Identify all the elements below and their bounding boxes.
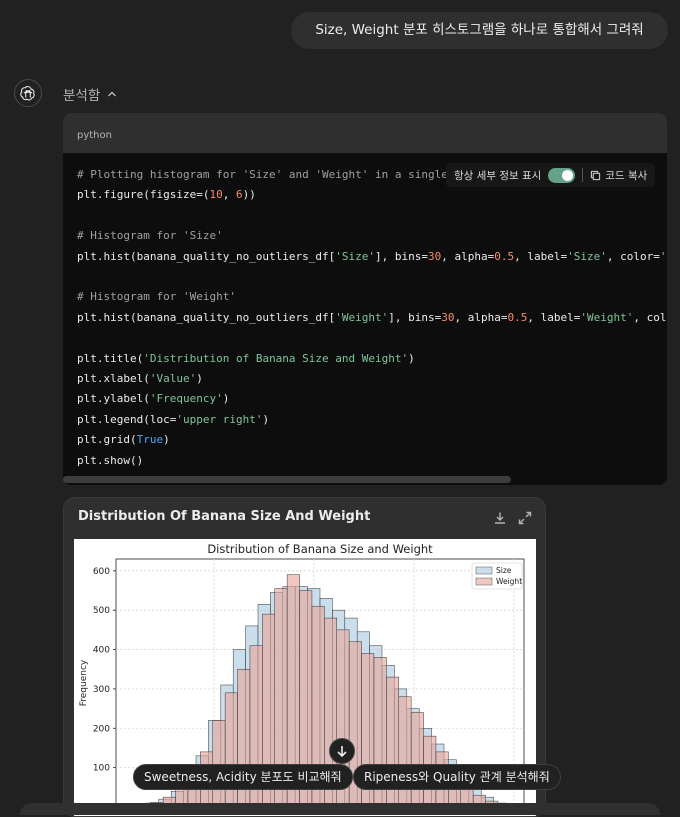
code-line: plt.grid(True) (77, 433, 170, 447)
analysis-label: 분석함 (63, 88, 101, 104)
code-line: # Histogram for 'Weight' (77, 290, 236, 304)
chevron-up-icon (108, 91, 117, 97)
analysis-toggle[interactable]: 분석함 (63, 84, 118, 104)
code-line: # Histogram for 'Size' (77, 229, 223, 243)
code-line: plt.xlabel('Value') (77, 372, 203, 386)
openai-logo-icon (20, 86, 35, 101)
y-tick-label: 200 (93, 724, 110, 734)
code-line: ​ (77, 267, 667, 287)
user-message: Size, Weight 분포 히스토그램을 하나로 통합해서 그려줘 (291, 12, 668, 49)
code-line: plt.hist(banana_quality_no_outliers_df['… (77, 249, 667, 263)
always-show-details-toggle[interactable] (548, 167, 576, 183)
code-line: plt.title('Distribution of Banana Size a… (77, 351, 415, 365)
code-line: ​ (77, 328, 667, 348)
scroll-down-button[interactable] (329, 738, 355, 764)
assistant-avatar (14, 79, 42, 107)
code-body: # Plotting histogram for 'Size' and 'Wei… (63, 153, 667, 471)
legend-label: Size (496, 566, 512, 575)
code-line: ​ (77, 206, 667, 226)
y-tick-label: 300 (93, 685, 110, 695)
chart-title: Distribution of Banana Size and Weight (207, 542, 433, 556)
copy-icon (591, 170, 601, 180)
y-tick-label: 400 (93, 646, 110, 656)
code-line: plt.ylabel('Frequency') (77, 392, 230, 406)
suggestion-chip[interactable]: Ripeness와 Quality 관계 분석해줘 (353, 764, 561, 790)
code-line: plt.show() (77, 453, 144, 467)
download-icon[interactable] (492, 510, 508, 526)
suggestion-chip[interactable]: Sweetness, Acidity 분포도 비교해줘 (133, 764, 353, 790)
histogram-bar-weight (410, 712, 424, 808)
legend-label: Weight (496, 577, 522, 586)
arrow-down-icon (337, 746, 347, 758)
chart-card-title: Distribution Of Banana Size And Weight (78, 509, 371, 524)
code-line: plt.hist(banana_quality_no_outliers_df['… (77, 310, 667, 324)
y-tick-label: 600 (93, 567, 110, 577)
histogram-bar-weight (398, 696, 412, 808)
composer-edge (20, 803, 660, 815)
copy-code-button[interactable]: 코드 복사 (590, 168, 647, 183)
code-line: plt.figure(figsize=(10, 6)) (77, 188, 256, 202)
code-toolbar: 항상 세부 정보 표시 코드 복사 (446, 163, 656, 187)
code-language-label: python (63, 113, 667, 153)
toolbar-divider (582, 168, 584, 182)
copy-code-label: 코드 복사 (605, 169, 648, 182)
y-tick-label: 500 (93, 606, 110, 616)
legend-swatch (475, 577, 493, 586)
y-tick-label: 100 (93, 764, 110, 774)
code-line: plt.legend(loc='upper right') (77, 412, 270, 426)
y-axis-label: Frequency (79, 659, 89, 706)
expand-icon[interactable] (517, 510, 533, 526)
always-show-details-label: 항상 세부 정보 표시 (454, 169, 542, 182)
code-horizontal-scrollbar[interactable] (63, 476, 511, 483)
legend-swatch (475, 566, 493, 575)
